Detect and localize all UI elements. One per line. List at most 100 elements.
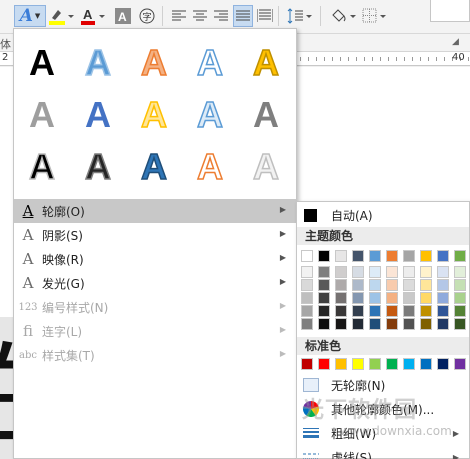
justify-button[interactable] <box>233 5 253 27</box>
color-swatch[interactable] <box>403 318 415 330</box>
color-swatch[interactable] <box>386 292 398 304</box>
color-swatch[interactable] <box>369 305 381 317</box>
color-swatch[interactable] <box>301 305 313 317</box>
color-swatch[interactable] <box>301 318 313 330</box>
color-swatch[interactable] <box>301 266 313 278</box>
text-effect-preset-white-shadow[interactable]: A <box>240 143 292 191</box>
text-effect-preset-blue-pale[interactable]: A <box>184 91 236 139</box>
color-swatch[interactable] <box>454 266 466 278</box>
text-effect-preset-blue-reflection[interactable]: A <box>72 91 124 139</box>
distributed-button[interactable] <box>256 5 274 27</box>
align-left-button[interactable] <box>170 5 188 27</box>
color-swatch[interactable] <box>454 250 466 262</box>
color-swatch[interactable] <box>403 358 415 370</box>
color-swatch[interactable] <box>386 266 398 278</box>
color-swatch[interactable] <box>352 292 364 304</box>
color-swatch[interactable] <box>403 292 415 304</box>
color-swatch[interactable] <box>318 250 330 262</box>
color-swatch[interactable] <box>335 318 347 330</box>
color-swatch[interactable] <box>369 358 381 370</box>
color-swatch[interactable] <box>318 318 330 330</box>
menu-item[interactable]: A 映像(R) ▶ <box>14 247 296 271</box>
line-spacing-button[interactable] <box>286 5 314 27</box>
automatic-color-item[interactable]: 自动(A) <box>297 205 469 225</box>
outline-dash-item[interactable]: 虚线(S) ▶ <box>297 446 469 459</box>
enclose-characters-button[interactable]: 字 <box>138 5 156 27</box>
color-swatch[interactable] <box>301 292 313 304</box>
color-swatch[interactable] <box>437 318 449 330</box>
text-effect-preset-yellow-outline[interactable]: A <box>128 91 180 139</box>
color-swatch[interactable] <box>335 266 347 278</box>
color-swatch[interactable] <box>369 266 381 278</box>
color-swatch[interactable] <box>420 318 432 330</box>
text-effect-preset-orange-light[interactable]: A <box>128 39 180 87</box>
color-swatch[interactable] <box>386 358 398 370</box>
color-swatch[interactable] <box>352 250 364 262</box>
color-swatch[interactable] <box>369 250 381 262</box>
color-swatch[interactable] <box>335 292 347 304</box>
color-swatch[interactable] <box>437 266 449 278</box>
color-swatch[interactable] <box>301 358 313 370</box>
text-effect-preset-black-dark[interactable]: A <box>72 143 124 191</box>
color-swatch[interactable] <box>403 250 415 262</box>
color-swatch[interactable] <box>335 358 347 370</box>
color-swatch[interactable] <box>352 305 364 317</box>
menu-item[interactable]: A 轮廓(O) ▶ <box>14 199 296 223</box>
align-center-button[interactable] <box>191 5 209 27</box>
color-swatch[interactable] <box>403 266 415 278</box>
color-swatch[interactable] <box>352 358 364 370</box>
styles-gallery[interactable] <box>430 0 470 22</box>
menu-item[interactable]: A 阴影(S) ▶ <box>14 223 296 247</box>
color-swatch[interactable] <box>454 305 466 317</box>
color-swatch[interactable] <box>386 279 398 291</box>
color-swatch[interactable] <box>420 305 432 317</box>
text-effect-preset-grey-dark[interactable]: A <box>240 91 292 139</box>
color-swatch[interactable] <box>454 292 466 304</box>
color-swatch[interactable] <box>420 279 432 291</box>
color-swatch[interactable] <box>437 358 449 370</box>
color-swatch[interactable] <box>352 318 364 330</box>
font-color-button[interactable]: A <box>80 5 106 27</box>
color-swatch[interactable] <box>437 305 449 317</box>
text-effect-preset-grey[interactable]: A <box>16 91 68 139</box>
menu-item[interactable]: A 发光(G) ▶ <box>14 271 296 295</box>
text-effect-preset-solid-black[interactable]: A <box>16 39 68 87</box>
character-shading-button[interactable]: A <box>114 5 132 27</box>
color-swatch[interactable] <box>335 250 347 262</box>
color-swatch[interactable] <box>420 292 432 304</box>
color-swatch[interactable] <box>454 358 466 370</box>
color-swatch[interactable] <box>369 318 381 330</box>
color-swatch[interactable] <box>318 358 330 370</box>
shading-button[interactable] <box>328 5 358 27</box>
text-effect-preset-orange-outline[interactable]: A <box>184 143 236 191</box>
highlight-color-button[interactable] <box>46 5 76 27</box>
color-swatch[interactable] <box>420 358 432 370</box>
color-swatch[interactable] <box>352 279 364 291</box>
color-swatch[interactable] <box>386 318 398 330</box>
color-swatch[interactable] <box>437 250 449 262</box>
text-effect-preset-blue-bevel[interactable]: A <box>128 143 180 191</box>
text-effect-preset-blue-outline[interactable]: A <box>184 39 236 87</box>
color-swatch[interactable] <box>403 305 415 317</box>
color-swatch[interactable] <box>386 305 398 317</box>
color-swatch[interactable] <box>301 279 313 291</box>
dialog-launcher-icon[interactable]: ◢ <box>452 37 459 47</box>
color-swatch[interactable] <box>369 292 381 304</box>
text-effect-preset-black-glow[interactable]: A <box>16 143 68 191</box>
color-swatch[interactable] <box>335 305 347 317</box>
color-swatch[interactable] <box>437 292 449 304</box>
color-swatch[interactable] <box>335 279 347 291</box>
borders-button[interactable] <box>362 5 388 27</box>
color-swatch[interactable] <box>369 279 381 291</box>
text-effects-button[interactable]: A ▼ <box>14 5 46 27</box>
color-swatch[interactable] <box>318 292 330 304</box>
align-right-button[interactable] <box>212 5 230 27</box>
color-swatch[interactable] <box>318 279 330 291</box>
color-swatch[interactable] <box>437 279 449 291</box>
color-swatch[interactable] <box>318 266 330 278</box>
color-swatch[interactable] <box>318 305 330 317</box>
text-effect-preset-gold[interactable]: A <box>240 39 292 87</box>
color-swatch[interactable] <box>454 279 466 291</box>
color-swatch[interactable] <box>352 266 364 278</box>
color-swatch[interactable] <box>454 318 466 330</box>
